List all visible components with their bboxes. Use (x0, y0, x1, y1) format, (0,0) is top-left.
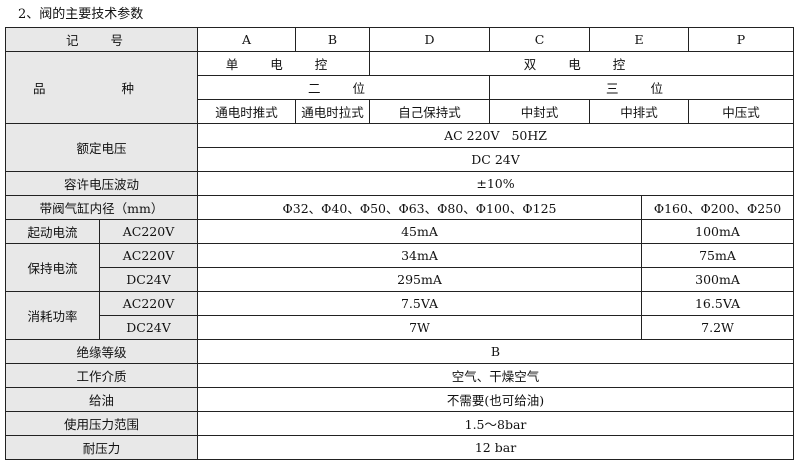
double-control: 双 电 控 (369, 51, 795, 76)
power-ac-small: 7.5VA (197, 291, 643, 316)
type-c: 中封式 (489, 99, 591, 124)
three-position: 三 位 (489, 75, 795, 100)
power-dc-sub: DC24V (98, 315, 199, 340)
start-current-row: 起动电流 AC220V 45mA 100mA (5, 219, 795, 244)
two-position: 二 位 (197, 75, 491, 100)
power-dc-large: 7.2W (641, 315, 795, 340)
type-e: 中排式 (589, 99, 690, 124)
hold-current-dc-sub: DC24V (98, 267, 199, 292)
oiling-value: 不需要(也可给油) (197, 387, 795, 412)
start-current-label: 起动电流 (5, 219, 100, 244)
medium-row: 工作介质 空气、干燥空气 (4, 363, 795, 388)
tolerance-label: 容许电压波动 (4, 171, 199, 196)
code-b: B (295, 27, 371, 52)
bore-row: 带阀气缸内径（mm） Φ32、Φ40、Φ50、Φ63、Φ80、Φ100、Φ125… (4, 195, 795, 220)
type-b: 通电时拉式 (295, 99, 371, 124)
variety-row-1: 品 种 单 电 控 双 电 控 (4, 51, 795, 124)
start-current-large: 100mA (641, 219, 795, 244)
pressure-range-row: 使用压力范围 1.5～8bar (4, 411, 795, 436)
power-ac-sub: AC220V (98, 291, 199, 316)
insulation-label: 绝缘等级 (4, 339, 199, 364)
insulation-row: 绝缘等级 B (4, 339, 795, 364)
pressure-range-value: 1.5～8bar (197, 411, 795, 436)
hold-current-ac-sub: AC220V (98, 243, 199, 268)
pressure-range-label: 使用压力范围 (4, 411, 199, 436)
type-a: 通电时推式 (197, 99, 297, 124)
code-c: C (489, 27, 591, 52)
rated-voltage-label: 额定电压 (4, 123, 199, 172)
start-current-small: 45mA (197, 219, 643, 244)
hold-current-row-ac: 保持电流 AC220V 34mA 75mA (5, 243, 795, 292)
hold-current-label: 保持电流 (5, 243, 100, 292)
type-p: 中压式 (688, 99, 795, 124)
bore-label: 带阀气缸内径（mm） (4, 195, 199, 220)
power-label: 消耗功率 (5, 291, 100, 340)
section-heading: 2、阀的主要技术参数 (18, 7, 144, 22)
rated-voltage-dc: DC 24V (197, 147, 795, 172)
medium-value: 空气、干燥空气 (197, 363, 795, 388)
code-p: P (688, 27, 795, 52)
variety-label: 品 种 (4, 51, 199, 124)
rated-voltage-ac: AC 220V 50HZ (197, 123, 795, 148)
proof-pressure-label: 耐压力 (4, 435, 199, 460)
bore-small: Φ32、Φ40、Φ50、Φ63、Φ80、Φ100、Φ125 (197, 195, 643, 220)
bore-large: Φ160、Φ200、Φ250 (641, 195, 795, 220)
proof-pressure-row: 耐压力 12 bar (4, 435, 795, 460)
code-row: 记 号 A B D C E P (4, 27, 795, 52)
power-dc-small: 7W (197, 315, 643, 340)
insulation-value: B (197, 339, 795, 364)
hold-current-dc-small: 295mA (197, 267, 643, 292)
hold-current-dc-large: 300mA (641, 267, 795, 292)
code-e: E (589, 27, 690, 52)
code-a: A (197, 27, 297, 52)
medium-label: 工作介质 (4, 363, 199, 388)
power-row-dc: DC24V 7W 7.2W (6, 315, 795, 340)
code-d: D (369, 27, 491, 52)
hold-current-ac-small: 34mA (197, 243, 643, 268)
single-control: 单 电 控 (197, 51, 371, 76)
hold-current-ac-large: 75mA (641, 243, 795, 268)
type-d: 自己保持式 (369, 99, 491, 124)
power-row-ac: 消耗功率 AC220V 7.5VA 16.5VA (5, 291, 795, 340)
oiling-label: 给油 (4, 387, 199, 412)
oiling-row: 给油 不需要(也可给油) (4, 387, 795, 412)
code-label: 记 号 (4, 27, 199, 52)
start-current-sub: AC220V (98, 219, 199, 244)
tolerance-value: ±10% (197, 171, 795, 196)
spec-table: 记 号 A B D C E P 品 种 单 电 控 双 电 控 二 位 三 位 … (4, 27, 795, 460)
hold-current-row-dc: DC24V 295mA 300mA (6, 267, 795, 292)
proof-pressure-value: 12 bar (197, 435, 795, 460)
power-ac-large: 16.5VA (641, 291, 795, 316)
rated-voltage-row-1: 额定电压 AC 220V 50HZ (4, 123, 795, 172)
tolerance-row: 容许电压波动 ±10% (4, 171, 795, 196)
